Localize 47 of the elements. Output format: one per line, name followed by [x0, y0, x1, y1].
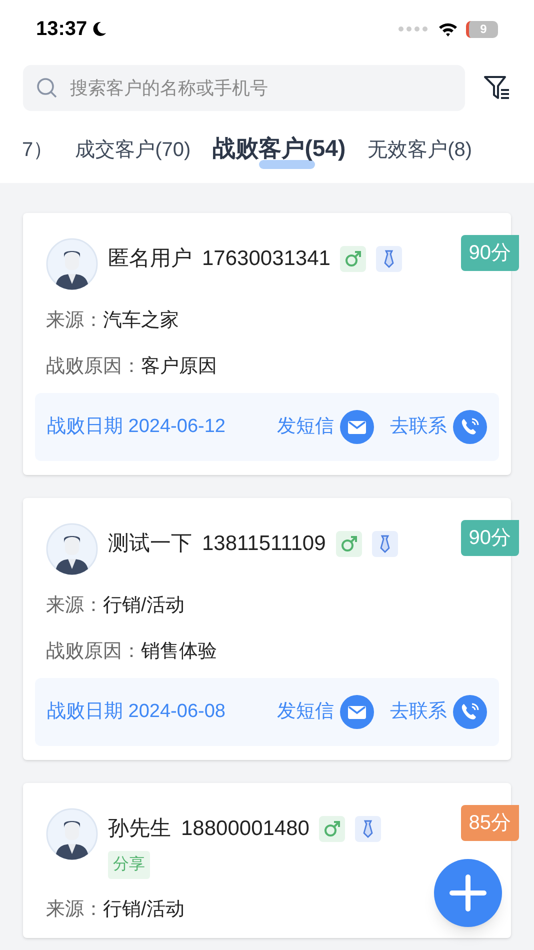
field-value: 汽车之家: [103, 309, 179, 333]
score-badge: 90分: [460, 235, 519, 271]
phone-number: 13811511109: [202, 531, 326, 557]
male-icon: [319, 816, 346, 842]
filter-tab[interactable]: 无效客户(8): [368, 135, 472, 165]
avatar-icon: [46, 523, 98, 575]
filter-tab[interactable]: 7）: [22, 135, 54, 165]
mail-icon: [340, 695, 374, 729]
phone-icon: [453, 410, 487, 444]
tie-icon: [355, 816, 382, 842]
wifi-icon: [438, 22, 458, 36]
moon-icon: [91, 21, 108, 37]
tie-icon: [372, 530, 398, 557]
filter-tab[interactable]: 成交客户(70): [75, 135, 191, 165]
field-label: 来源：: [46, 898, 103, 922]
field-value: 行销/活动: [103, 898, 184, 922]
field-label: 战败原因：: [46, 354, 141, 378]
score-badge: 85分: [460, 805, 519, 841]
phone-number: 18800001480: [181, 816, 310, 842]
filter-icon[interactable]: [483, 74, 511, 102]
signal-icon: [398, 26, 430, 32]
avatar-icon: [46, 808, 98, 860]
field-label: 战败原因：: [46, 640, 141, 664]
tie-icon: [376, 246, 402, 272]
lost-date: 战败日期 2024-06-08: [47, 700, 226, 724]
male-icon: [336, 530, 362, 557]
phone-icon: [453, 695, 487, 729]
customer-name: 匿名用户: [108, 246, 192, 272]
field-label: 来源：: [46, 594, 103, 618]
field-value: 客户原因: [141, 354, 217, 378]
battery-indicator: 9: [466, 20, 498, 38]
share-tag: 分享: [108, 850, 150, 878]
phone-number: 17630031341: [202, 246, 330, 272]
avatar-icon: [46, 238, 98, 290]
score-badge: 90分: [460, 520, 519, 556]
male-icon: [340, 246, 366, 272]
customer-name: 孙先生: [108, 816, 171, 842]
mail-icon: [340, 410, 374, 444]
search-icon: [36, 77, 58, 99]
plus-icon: [448, 873, 488, 913]
field-value: 销售体验: [141, 640, 217, 664]
lost-date: 战败日期 2024-06-12: [47, 414, 226, 439]
field-label: 来源：: [46, 309, 103, 333]
status-time: 13:37: [36, 17, 88, 42]
field-value: 行销/活动: [103, 594, 184, 618]
customer-name: 测试一下: [108, 531, 192, 557]
search-field[interactable]: 搜索客户的名称或手机号: [23, 65, 465, 111]
